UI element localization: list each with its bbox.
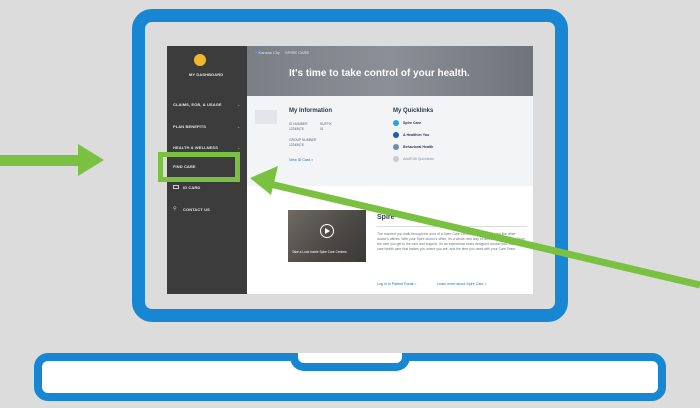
left-arrow-icon	[0, 144, 104, 176]
annotation-arrows	[0, 144, 700, 289]
diagonal-arrow-icon	[250, 166, 700, 289]
